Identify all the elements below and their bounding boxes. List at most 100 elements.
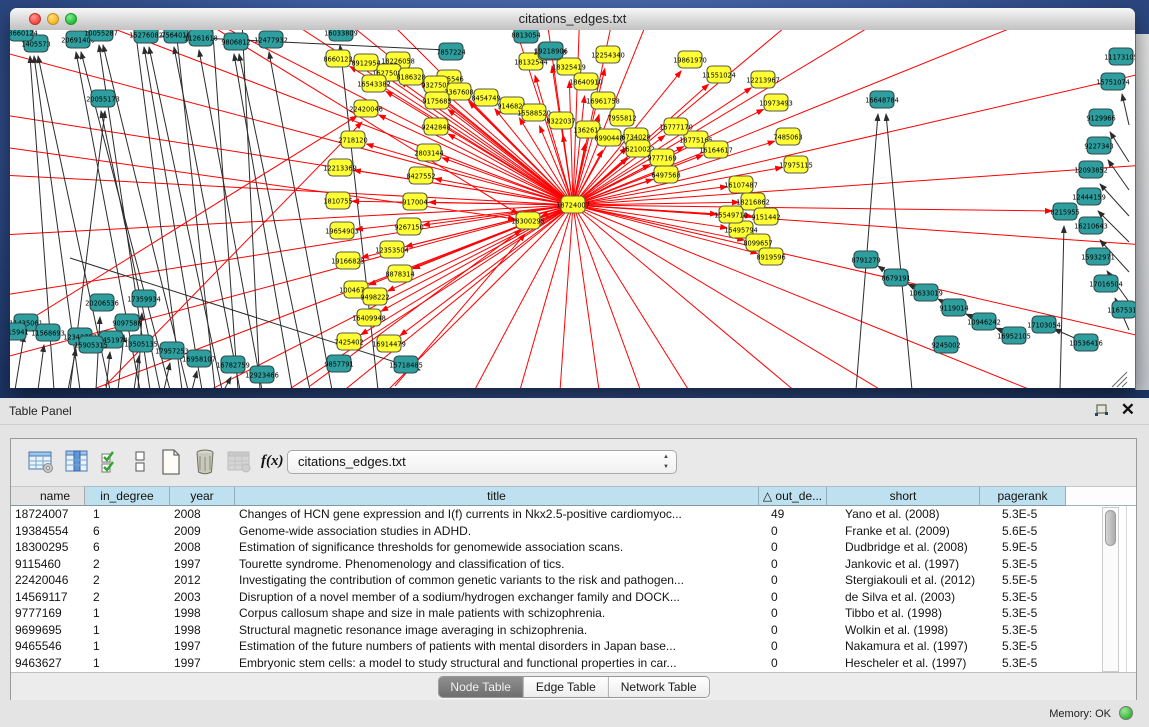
graph-node[interactable]: 8215955 [1050,203,1079,220]
graph-node-selected[interactable]: 9267150 [394,218,423,235]
graph-node[interactable]: 10536416 [1069,334,1103,351]
graph-node[interactable]: 20206536 [85,294,119,311]
graph-node-selected[interactable]: 2718120 [338,131,367,148]
graph-node-selected[interactable]: 9777169 [647,149,676,166]
graph-node[interactable]: 10633019 [909,284,943,301]
graph-node[interactable]: 10946242 [967,313,1001,330]
graph-node[interactable]: 17359934 [127,290,161,307]
graph-node[interactable]: 9806812 [221,33,250,50]
graph-node[interactable]: 16958107 [182,350,216,367]
graph-node-selected[interactable]: 6497568 [651,166,680,183]
network-window-titlebar[interactable]: citations_edges.txt [10,8,1135,31]
graph-node-selected[interactable]: 8990448 [594,129,623,146]
column-header-year[interactable]: year [170,486,235,506]
graph-node[interactable]: 12923466 [245,366,279,383]
graph-node[interactable]: 15751074 [1096,73,1130,90]
graph-node-selected[interactable]: 7955812 [607,109,636,126]
table-row[interactable]: 969969511998Structural magnetic resonanc… [11,622,1136,639]
network-window[interactable]: citations_edges.txt 18724007866012389129… [10,8,1135,388]
graph-node-selected[interactable]: 7425402 [334,333,363,350]
graph-node[interactable]: 7857224 [436,43,465,60]
graph-node-selected[interactable]: 16543382 [357,75,391,92]
graph-node[interactable]: 15932971 [1081,248,1115,265]
graph-node-selected[interactable]: 12254340 [591,46,625,63]
import-table-icon[interactable] [225,448,253,476]
graph-node[interactable]: 9129966 [1086,109,1115,126]
graph-node[interactable]: 11568693 [31,324,65,341]
select-all-icon[interactable] [99,450,127,478]
float-panel-icon[interactable] [1093,403,1109,419]
graph-node-selected[interactable]: 12213369 [323,159,357,176]
resize-grip-icon[interactable] [1122,382,1127,387]
graph-node[interactable]: 15905315 [74,336,108,353]
graph-node-selected[interactable]: 11551024 [702,66,736,83]
graph-node[interactable]: 11173105 [1104,48,1135,65]
table-selector-dropdown[interactable]: citations_edges.txt ▲▼ [287,450,677,474]
graph-node-selected[interactable]: 15549710 [714,206,748,223]
graph-node-selected[interactable]: 19861970 [673,51,707,68]
graph-node[interactable]: 3915941 [10,323,29,340]
graph-node-selected[interactable]: 17975115 [779,156,813,173]
column-visibility-icon[interactable] [63,448,91,476]
graph-node[interactable]: 9857791 [324,355,353,372]
graph-node-selected[interactable]: 16164617 [699,141,733,158]
graph-node-selected[interactable]: 16914479 [372,335,406,352]
graph-node-selected[interactable]: 8878314 [385,265,414,282]
tab-node-table[interactable]: Node Table [438,677,524,697]
table-row[interactable]: 1456911722003Disruption of a novel membe… [11,589,1136,606]
graph-node[interactable]: 16952105 [997,327,1031,344]
graph-node[interactable]: 19218906 [534,42,568,59]
graph-node[interactable]: 17103054 [1027,316,1061,333]
graph-node-selected[interactable]: 9498222 [360,288,389,305]
table-row[interactable]: 946554611997Estimation of the future num… [11,638,1136,655]
graph-node-selected[interactable]: 16409948 [352,309,386,326]
graph-node[interactable]: 16648784 [865,91,899,108]
network-canvas[interactable]: 1872400786601238912954182260581627508216… [10,30,1135,388]
graph-node-selected[interactable]: 8427552 [406,167,435,184]
table-settings-icon[interactable] [27,448,55,476]
graph-node-selected[interactable]: 16777170 [659,118,693,135]
column-header-name[interactable]: name [11,486,85,506]
graph-node[interactable]: 16210643 [1074,217,1108,234]
table-row[interactable]: 977716911998Corpus callosum shape and si… [11,605,1136,622]
graph-node-selected[interactable]: 9242848 [421,118,450,135]
graph-node-selected[interactable]: 7485063 [773,128,802,145]
table-row[interactable]: 946362711997Embryonic stem cells: a mode… [11,655,1136,672]
graph-node[interactable]: 8679191 [881,269,910,286]
table-row[interactable]: 1830029562008Estimation of significance … [11,539,1136,556]
graph-node-selected[interactable]: 8660123 [323,50,352,67]
vertical-scrollbar[interactable] [1102,507,1119,672]
graph-node-selected[interactable]: 18640910 [569,73,603,90]
graph-hub-node[interactable]: 18724007 [556,196,590,213]
graph-node-selected[interactable]: 9175685 [422,92,451,109]
table-row[interactable]: 2242004622012Investigating the contribut… [11,572,1136,589]
graph-node[interactable]: 8813054 [511,30,540,43]
graph-node[interactable]: 15276082 [129,30,163,43]
graph-node[interactable]: 20055173 [86,90,120,107]
graph-node-selected[interactable]: 1810755 [323,192,352,209]
graph-node[interactable]: 11675318 [1107,301,1135,318]
graph-node[interactable]: 8791279 [851,251,880,268]
graph-node-selected[interactable]: 12213967 [746,71,780,88]
graph-node[interactable]: 13505135 [124,335,158,352]
column-header-out_de[interactable]: △ out_de... [759,486,827,506]
graph-node[interactable]: 9097588 [112,314,141,331]
tab-edge-table[interactable]: Edge Table [524,677,609,697]
close-panel-icon[interactable]: ✕ [1121,400,1135,420]
graph-node-selected[interactable]: 917004 [402,193,427,210]
graph-node-selected[interactable]: 12353504 [375,241,409,258]
graph-node-selected[interactable]: 8322037 [546,112,575,129]
column-header-title[interactable]: title [235,486,759,506]
graph-node[interactable]: 9119014 [939,299,968,316]
delete-table-icon[interactable] [191,448,219,476]
table-rows-viewport[interactable]: 1872400712008Changes of HCN gene express… [11,506,1136,672]
graph-node[interactable]: 12444159 [1072,188,1106,205]
tab-network-table[interactable]: Network Table [609,677,709,697]
table-row[interactable]: 1872400712008Changes of HCN gene express… [11,506,1136,523]
graph-node[interactable]: 16033809 [324,30,358,41]
table-row[interactable]: 1938455462009Genome-wide association stu… [11,523,1136,540]
scrollbar-thumb[interactable] [1105,510,1116,546]
graph-node[interactable]: 17016504 [1089,275,1123,292]
graph-node-selected[interactable]: 2803144 [414,144,443,161]
table-row[interactable]: 911546021997Tourette syndrome. Phenomeno… [11,556,1136,573]
